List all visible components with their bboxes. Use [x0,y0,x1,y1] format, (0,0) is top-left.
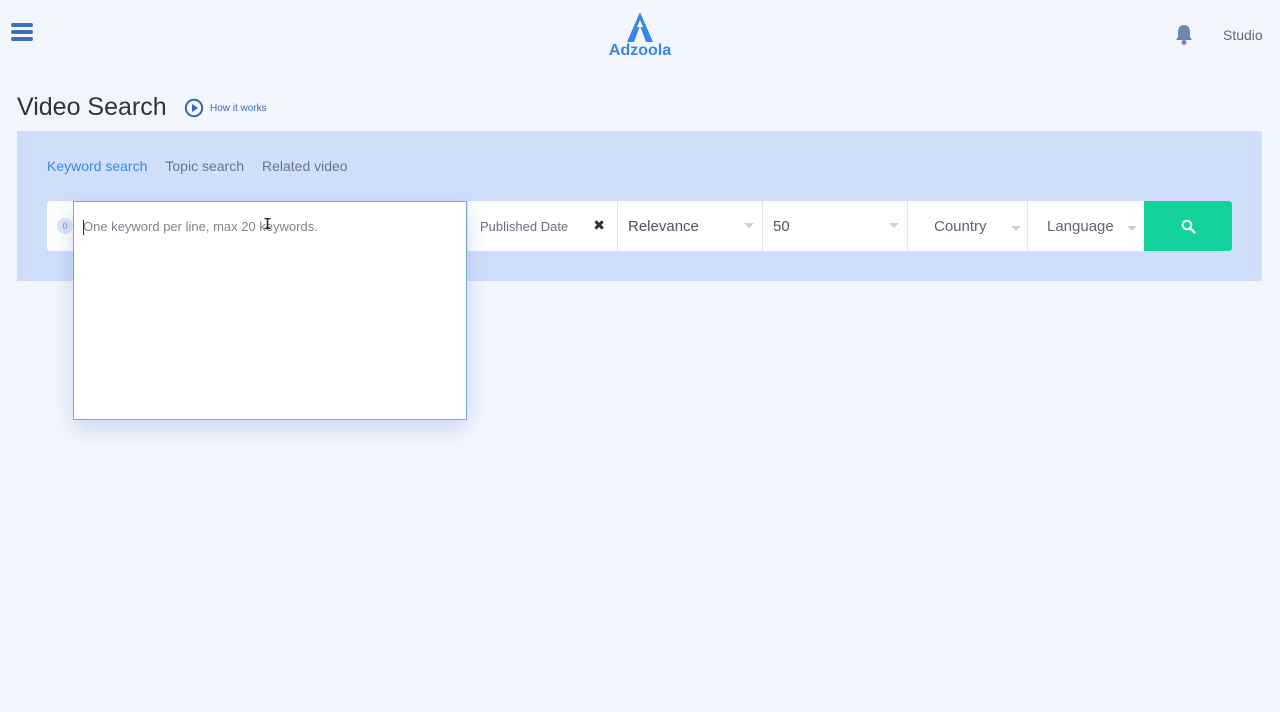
tab-topic-search[interactable]: Topic search [165,158,244,174]
logo-text: Adzoola [608,42,672,59]
search-icon [1181,219,1196,234]
search-button[interactable] [1144,201,1232,251]
order-value: Relevance [628,217,699,235]
tab-related-video[interactable]: Related video [262,158,348,174]
order-select[interactable]: Relevance [617,201,762,251]
chevron-down-icon [889,223,899,228]
language-value: Language [1047,217,1114,235]
language-select[interactable]: Language [1027,201,1145,251]
page: Adzoola Studio Video Search How it works… [0,0,1280,712]
country-select[interactable]: Country [907,201,1027,251]
clear-icon[interactable]: ✖ [593,217,605,234]
max-results-select[interactable]: 50 [762,201,907,251]
chevron-down-icon [1127,226,1137,231]
chevron-down-icon [1011,226,1021,231]
published-date-label: Published Date [480,218,569,234]
keyword-input[interactable] [74,202,466,419]
page-title: Video Search [17,93,167,121]
studio-link[interactable]: Studio [1223,27,1263,43]
how-it-works-link[interactable]: How it works [210,103,267,114]
published-date-picker[interactable]: Published Date ✖ [467,201,617,251]
text-caret [83,220,84,235]
keyword-count-badge: 0 [57,218,73,234]
chevron-down-icon [744,223,754,228]
country-value: Country [934,217,987,235]
tab-keyword-search[interactable]: Keyword search [47,158,147,174]
hamburger-icon[interactable] [11,23,33,41]
search-tabs: Keyword search Topic search Related vide… [47,158,366,174]
logo[interactable]: Adzoola [606,12,674,62]
play-circle-icon[interactable] [184,98,204,118]
keyword-input-wrapper [73,201,467,420]
logo-mark-icon [627,12,653,42]
max-results-value: 50 [773,217,790,235]
bell-icon[interactable] [1174,24,1194,46]
